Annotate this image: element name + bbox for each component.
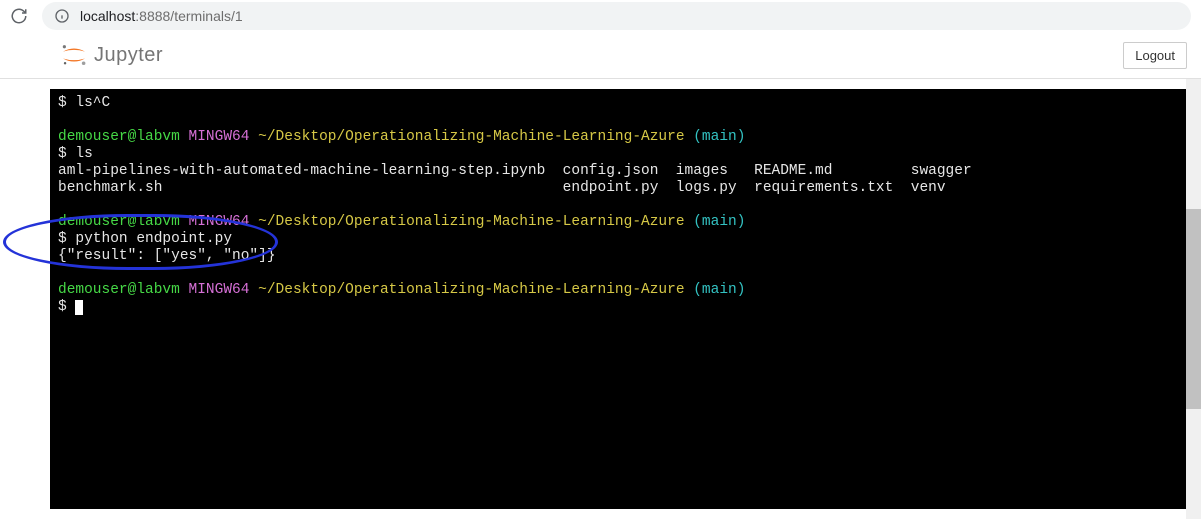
jupyter-logo[interactable]: Jupyter — [60, 44, 163, 67]
terminal-line — [58, 265, 1179, 282]
terminal-cursor — [75, 300, 83, 315]
url-host: localhost — [80, 8, 135, 24]
terminal-line: {"result": ["yes", "no"]} — [58, 248, 1179, 265]
reload-icon[interactable] — [10, 7, 28, 25]
browser-toolbar: localhost:8888/terminals/1 — [0, 0, 1201, 32]
scrollbar-thumb[interactable] — [1186, 209, 1201, 409]
site-info-icon[interactable] — [54, 8, 70, 24]
terminal-line: demouser@labvm MINGW64 ~/Desktop/Operati… — [58, 214, 1179, 231]
terminal-container: $ ls^C demouser@labvm MINGW64 ~/Desktop/… — [0, 79, 1201, 519]
terminal-line: $ ls^C — [58, 95, 1179, 112]
jupyter-brand-text: Jupyter — [94, 44, 163, 67]
terminal-line: $ — [58, 299, 1179, 316]
terminal-line — [58, 112, 1179, 129]
terminal-line: demouser@labvm MINGW64 ~/Desktop/Operati… — [58, 129, 1179, 146]
terminal[interactable]: $ ls^C demouser@labvm MINGW64 ~/Desktop/… — [50, 89, 1187, 509]
jupyter-logo-icon — [60, 44, 88, 66]
url-text: localhost:8888/terminals/1 — [80, 8, 243, 24]
terminal-line: benchmark.sh endpoint.py logs.py require… — [58, 180, 1179, 197]
url-path: :8888/terminals/1 — [135, 8, 242, 24]
terminal-line: $ python endpoint.py — [58, 231, 1179, 248]
terminal-line: aml-pipelines-with-automated-machine-lea… — [58, 163, 1179, 180]
terminal-line: $ ls — [58, 146, 1179, 163]
jupyter-header: Jupyter Logout — [0, 32, 1201, 79]
page-scrollbar[interactable] — [1186, 79, 1201, 519]
terminal-line: demouser@labvm MINGW64 ~/Desktop/Operati… — [58, 282, 1179, 299]
terminal-line — [58, 197, 1179, 214]
address-bar[interactable]: localhost:8888/terminals/1 — [42, 2, 1191, 30]
logout-button[interactable]: Logout — [1123, 42, 1187, 69]
